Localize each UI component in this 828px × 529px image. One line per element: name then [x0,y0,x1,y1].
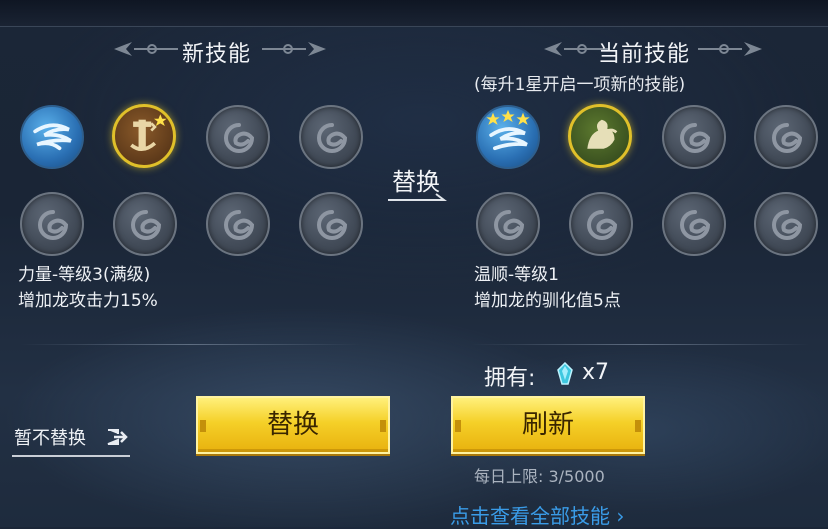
new-skill-slot-empty[interactable] [299,192,363,256]
title-ornament-left-icon [114,42,178,56]
dragon-skill-icon [587,119,618,149]
empty-swirl-icon [317,123,348,153]
current-skill-slot-empty[interactable] [569,192,633,256]
chevron-right-icon: › [610,504,625,528]
new-skill-slot-empty[interactable] [20,192,84,256]
empty-swirl-icon [317,210,348,240]
empty-swirl-icon [494,210,525,240]
new-skill-slot-empty[interactable] [299,105,363,169]
wind-skill-icon [33,123,72,151]
new-skill-description: 力量-等级3(满级) 增加龙攻击力15% [18,262,158,314]
new-skill-title: 新技能 [182,42,252,67]
owned-label: 拥有: [484,366,536,391]
empty-swirl-icon [680,210,711,240]
current-skill-name-level: 温顺-等级1 [474,265,559,285]
button-notch [380,420,386,432]
current-skill-slot-empty[interactable] [662,192,726,256]
new-skill-slot-strength[interactable] [112,104,176,168]
empty-swirl-icon [224,210,255,240]
owned-count: x7 [582,360,610,385]
current-skill-slot-empty[interactable] [476,192,540,256]
new-skill-slot-empty[interactable] [206,192,270,256]
replace-button-label: 替换 [266,410,319,440]
current-skill-note: (每升1星开启一项新的技能) [474,75,686,95]
top-bar [0,0,828,27]
replace-button[interactable]: 替换 [196,396,390,454]
empty-swirl-icon [772,210,803,240]
daily-limit: 每日上限: 3/5000 [474,467,605,486]
empty-swirl-icon [38,210,69,240]
new-skill-slot-empty[interactable] [206,105,270,169]
exit-arrow-icon[interactable] [106,428,128,446]
title-ornament-right-icon [698,42,762,56]
strength-skill-icon [130,114,167,151]
current-skill-slot-docile[interactable] [568,104,632,168]
new-skill-slot-empty[interactable] [113,192,177,256]
skip-underline [12,455,130,457]
button-notch [200,420,206,432]
empty-swirl-icon [224,123,255,153]
button-notch [635,420,641,432]
current-skill-effect: 增加龙的驯化值5点 [474,291,621,311]
divider-left [20,344,360,345]
current-skill-slot-empty[interactable] [662,105,726,169]
refresh-button-label: 刷新 [521,410,574,440]
arrow-right-icon [388,193,447,201]
current-skill-description: 温顺-等级1 增加龙的驯化值5点 [474,262,621,314]
new-skill-name-level: 力量-等级3(满级) [18,265,151,285]
empty-swirl-icon [587,210,618,240]
title-ornament-right-icon [262,42,326,56]
current-skill-title: 当前技能 [598,42,691,67]
refresh-button[interactable]: 刷新 [451,396,645,454]
skip-replace-link[interactable]: 暂不替换 [14,424,86,450]
empty-swirl-icon [680,123,711,153]
view-all-skills-link[interactable]: 点击查看全部技能 › [450,500,624,529]
current-skill-slot-wind[interactable] [476,105,540,169]
button-notch [455,420,461,432]
crystal-icon [557,362,573,385]
empty-swirl-icon [131,210,162,240]
wind-skill-icon [486,109,530,151]
divider-right [470,344,810,345]
new-skill-slot-wind[interactable] [20,105,84,169]
current-skill-slot-empty[interactable] [754,192,818,256]
current-skill-slot-empty[interactable] [754,105,818,169]
view-all-skills-label: 点击查看全部技能 [450,504,610,528]
new-skill-effect: 增加龙攻击力15% [18,291,158,311]
empty-swirl-icon [772,123,803,153]
